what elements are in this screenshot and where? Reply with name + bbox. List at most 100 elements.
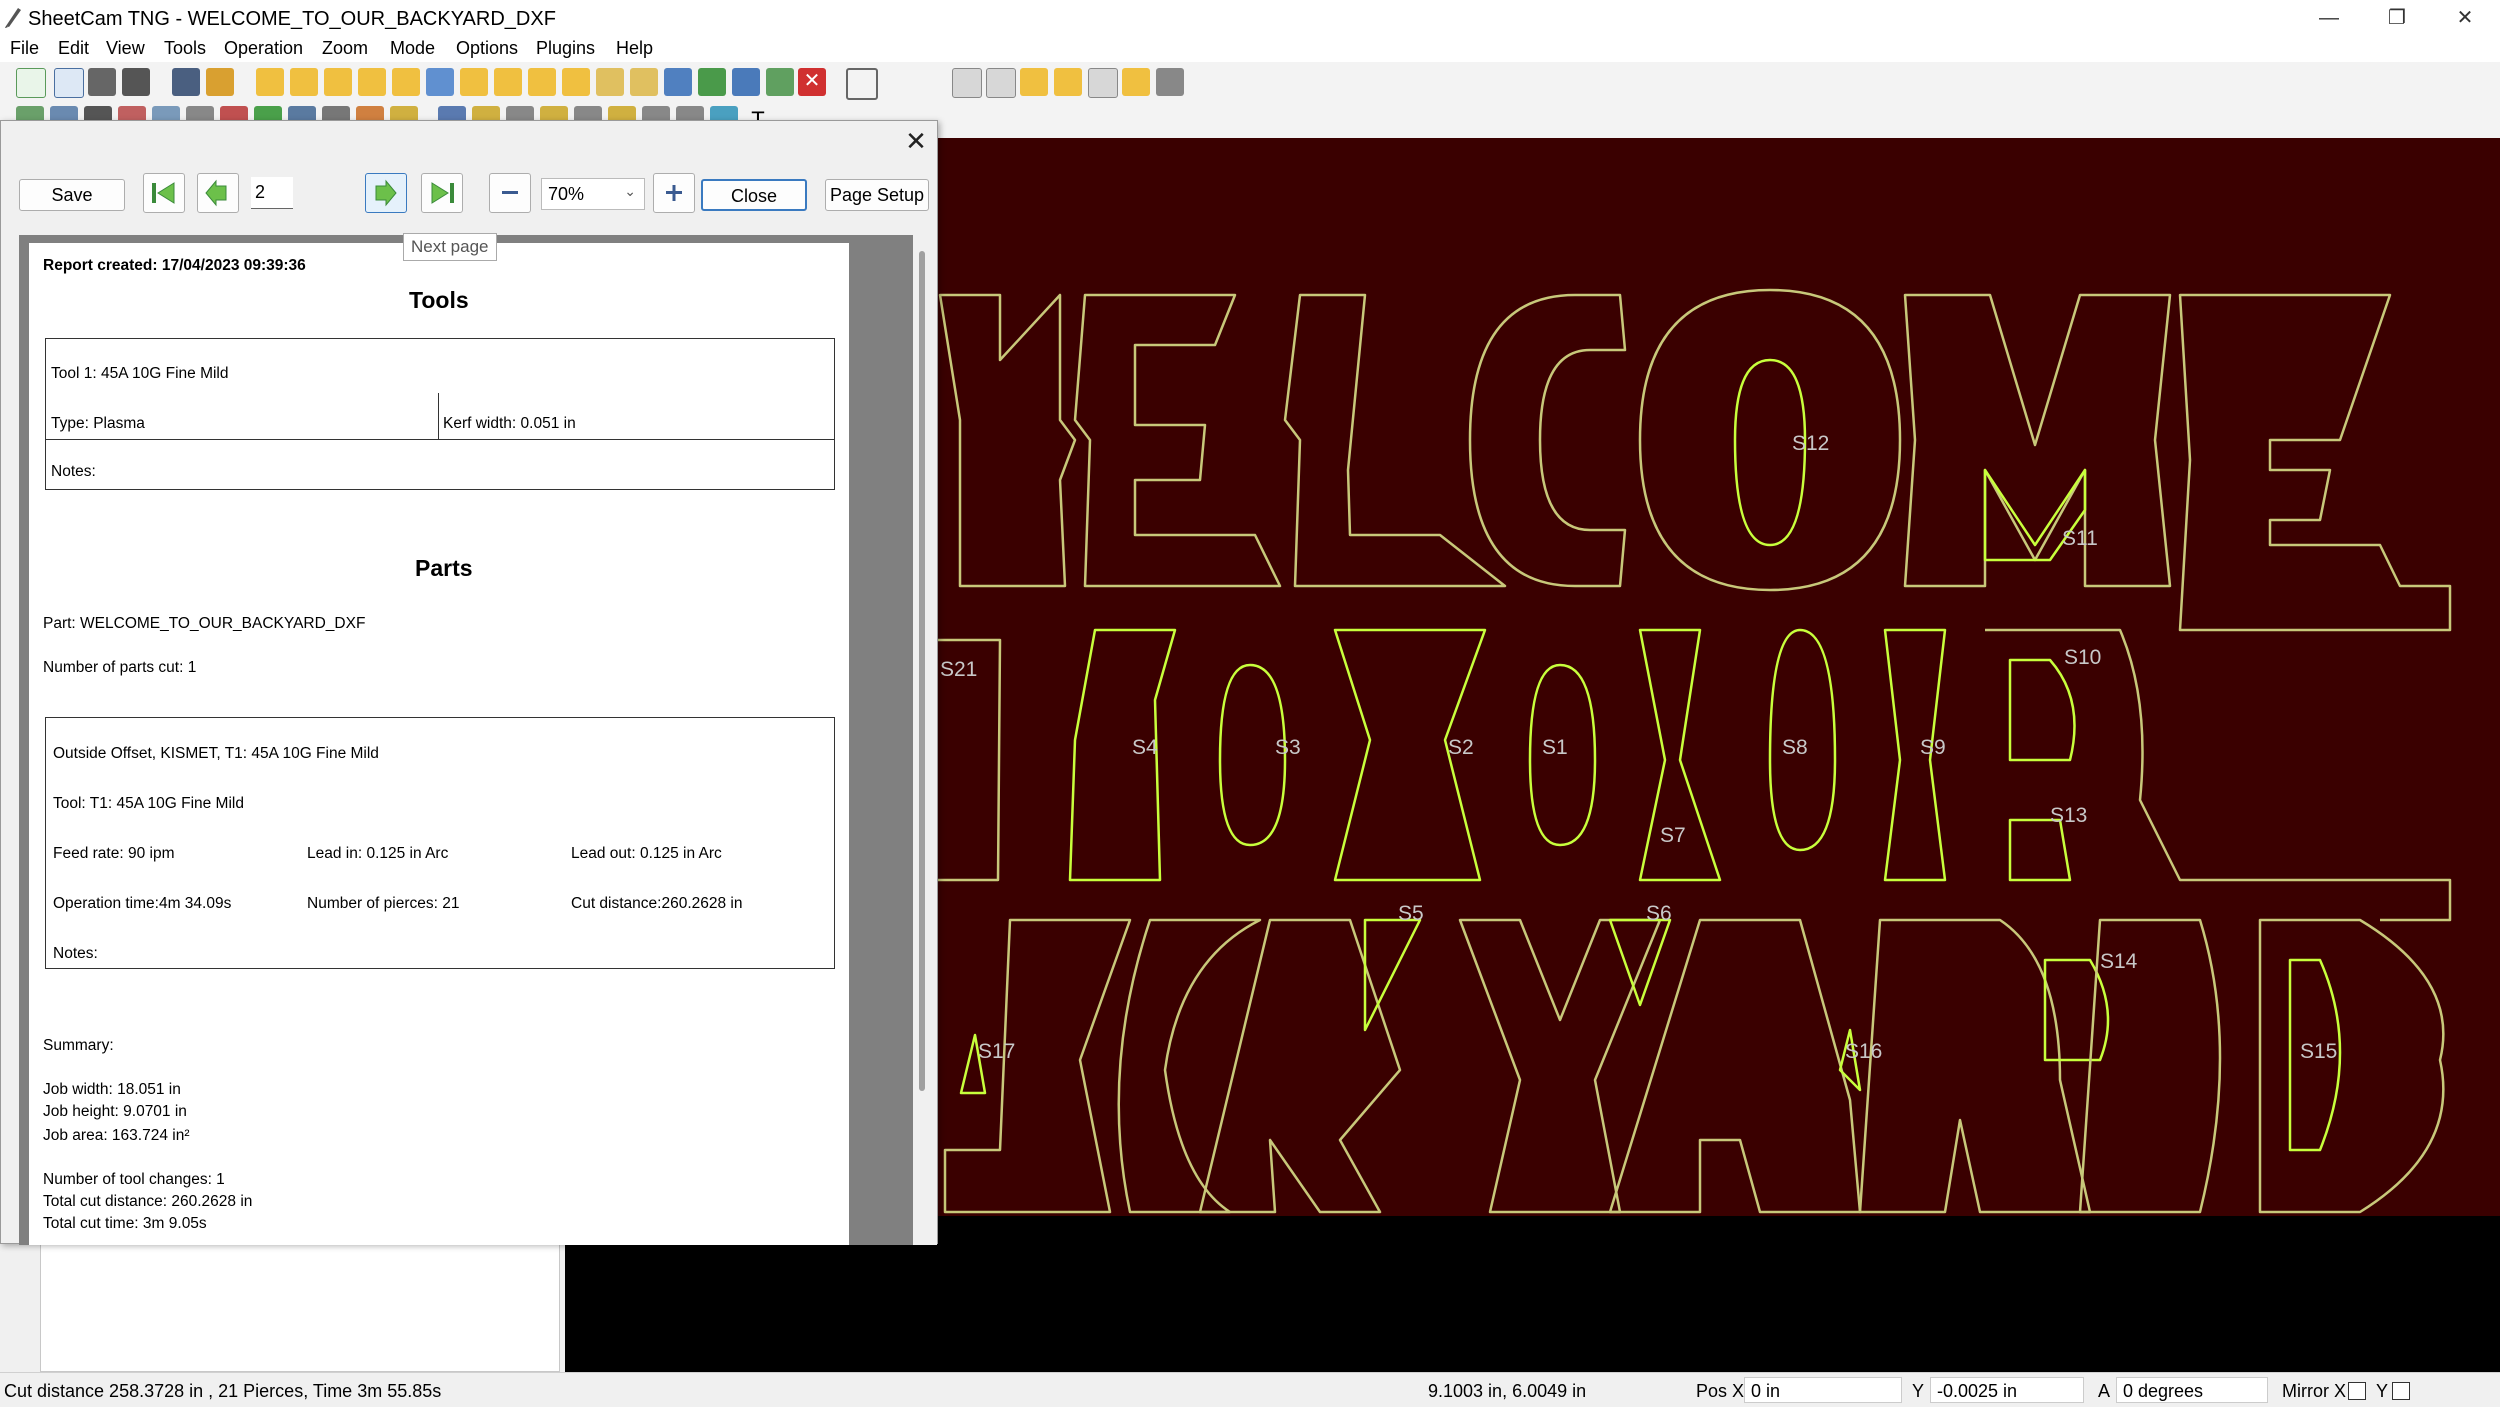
summary-label: Summary: bbox=[43, 1037, 114, 1054]
outline-letter-w bbox=[938, 293, 1077, 588]
mirror-x-checkbox[interactable] bbox=[2348, 1382, 2366, 1400]
first-page-button[interactable] bbox=[143, 173, 185, 213]
menu-view[interactable]: View bbox=[104, 38, 147, 59]
menu-plugins[interactable]: Plugins bbox=[534, 38, 597, 59]
seg-label-s9: S9 bbox=[1920, 736, 1946, 759]
outline-letter-k-notch bbox=[1363, 918, 1422, 1032]
job-height: Job height: 9.0701 in bbox=[43, 1103, 187, 1120]
operations-list[interactable] bbox=[40, 1244, 560, 1372]
minimize-button[interactable]: — bbox=[2294, 0, 2364, 38]
chevron-down-icon: ⌄ bbox=[624, 183, 636, 199]
page-number-input[interactable]: 2 bbox=[251, 177, 293, 209]
operation-copy-icon[interactable] bbox=[562, 68, 590, 96]
menu-bar: File Edit View Tools Operation Zoom Mode… bbox=[0, 38, 2500, 62]
close-button[interactable]: Close bbox=[701, 179, 807, 211]
outline-letter-d-bowl bbox=[2008, 658, 2076, 762]
operation-time: Operation time:4m 34.09s bbox=[53, 895, 232, 912]
part-icon[interactable] bbox=[256, 68, 284, 96]
menu-edit[interactable]: Edit bbox=[56, 38, 91, 59]
undo-icon[interactable] bbox=[846, 68, 878, 100]
zoom-out-button[interactable] bbox=[489, 173, 531, 213]
menu-tools[interactable]: Tools bbox=[162, 38, 208, 59]
main-toolbar: ✕ bbox=[0, 62, 2500, 102]
previous-page-button[interactable] bbox=[197, 173, 239, 213]
pos-y-field[interactable]: -0.0025 in bbox=[1930, 1377, 2084, 1403]
pos-x-label: Pos X bbox=[1696, 1381, 1745, 1401]
seg-label-s17: S17 bbox=[978, 1040, 1015, 1063]
operation-red-icon[interactable] bbox=[596, 68, 624, 96]
angle-field[interactable]: 0 degrees bbox=[2116, 1377, 2268, 1403]
first-page-icon bbox=[152, 182, 175, 204]
operation-feed: Feed rate: 90 ipm bbox=[53, 845, 175, 862]
menu-operation[interactable]: Operation bbox=[222, 38, 305, 59]
zoom-in-icon[interactable] bbox=[952, 68, 982, 98]
print-icon[interactable] bbox=[122, 68, 150, 96]
last-page-button[interactable] bbox=[421, 173, 463, 213]
mirror-x-label: Mirror X bbox=[2282, 1381, 2346, 1401]
menu-zoom[interactable]: Zoom bbox=[320, 38, 370, 59]
operation-icon[interactable] bbox=[460, 68, 488, 96]
seg-label-s7: S7 bbox=[1660, 824, 1686, 847]
job-width: Job width: 18.051 in bbox=[43, 1081, 181, 1098]
next-page-button[interactable] bbox=[365, 173, 407, 213]
seg-label-s10: S10 bbox=[2064, 646, 2101, 669]
outline-letter-c bbox=[1468, 293, 1627, 588]
parts-cut: Number of parts cut: 1 bbox=[43, 659, 197, 676]
zoom-select[interactable]: 70% ⌄ bbox=[541, 178, 645, 210]
dialog-close-icon[interactable]: ✕ bbox=[899, 127, 933, 157]
zoom-extents-icon[interactable] bbox=[1088, 68, 1118, 98]
zoom-settings-icon[interactable] bbox=[1156, 68, 1184, 96]
move-icon[interactable] bbox=[426, 68, 454, 96]
menu-file[interactable]: File bbox=[8, 38, 41, 59]
outline-letter-a2 bbox=[1858, 918, 2092, 1214]
report-preview-dialog: ✕ Save 2 70% ⌄ Close Page Setup Report c… bbox=[0, 120, 938, 1245]
window-close-button[interactable]: ✕ bbox=[2430, 0, 2500, 38]
scrollbar-thumb[interactable] bbox=[919, 251, 925, 1091]
zoom-in-button[interactable] bbox=[653, 173, 695, 213]
tool-notes: Notes: bbox=[51, 463, 96, 480]
menu-options[interactable]: Options bbox=[454, 38, 520, 59]
a-label: A bbox=[2098, 1381, 2111, 1401]
zoom-window-icon[interactable] bbox=[1122, 68, 1150, 96]
menu-mode[interactable]: Mode bbox=[388, 38, 437, 59]
report-icon[interactable] bbox=[172, 68, 200, 96]
restore-button[interactable]: ❐ bbox=[2362, 0, 2432, 38]
plus-icon bbox=[666, 185, 682, 201]
pos-x-field[interactable]: 0 in bbox=[1744, 1377, 1902, 1403]
mirror-y-checkbox[interactable] bbox=[2392, 1382, 2410, 1400]
seg-label-s4: S4 bbox=[1132, 736, 1158, 759]
drawing-canvas[interactable]: S12 S11 S21 S10 S4 S3 S2 S1 S8 S9 S7 S13… bbox=[936, 138, 2500, 1216]
previous-page-icon bbox=[205, 179, 227, 207]
copy-part-icon[interactable] bbox=[358, 68, 386, 96]
run-icon[interactable] bbox=[766, 68, 794, 96]
seg-label-s15: S15 bbox=[2300, 1040, 2337, 1063]
operation-add-icon[interactable] bbox=[494, 68, 522, 96]
delete-icon[interactable]: ✕ bbox=[798, 68, 826, 96]
seg-label-s14: S14 bbox=[2100, 950, 2138, 973]
tool-icon[interactable] bbox=[630, 68, 658, 96]
order-icon[interactable] bbox=[698, 68, 726, 96]
post-process-icon[interactable] bbox=[206, 68, 234, 96]
open-icon[interactable] bbox=[54, 68, 84, 98]
sort-icon[interactable] bbox=[664, 68, 692, 96]
seg-label-s5: S5 bbox=[1398, 902, 1424, 925]
last-page-icon bbox=[431, 182, 454, 204]
process-icon[interactable] bbox=[732, 68, 760, 96]
array-icon[interactable] bbox=[324, 68, 352, 96]
save-button[interactable]: Save bbox=[19, 179, 125, 211]
operation-edit-icon[interactable] bbox=[528, 68, 556, 96]
next-page-tooltip: Next page bbox=[403, 233, 497, 261]
zoom-out-icon[interactable] bbox=[986, 68, 1016, 98]
zoom-part-icon[interactable] bbox=[1020, 68, 1048, 96]
menu-help[interactable]: Help bbox=[614, 38, 655, 59]
preview-scrollbar[interactable] bbox=[913, 231, 937, 1245]
outline-letter-y bbox=[1608, 918, 1862, 1214]
nest-icon[interactable] bbox=[290, 68, 318, 96]
zoom-fit-icon[interactable] bbox=[1054, 68, 1082, 96]
operation-notes: Notes: bbox=[53, 945, 98, 962]
new-icon[interactable] bbox=[16, 68, 46, 98]
save-icon[interactable] bbox=[88, 68, 116, 96]
page-setup-button[interactable]: Page Setup bbox=[825, 179, 929, 211]
report-page: Report created: 17/04/2023 09:39:36 Tool… bbox=[29, 243, 849, 1245]
layer-icon[interactable] bbox=[392, 68, 420, 96]
